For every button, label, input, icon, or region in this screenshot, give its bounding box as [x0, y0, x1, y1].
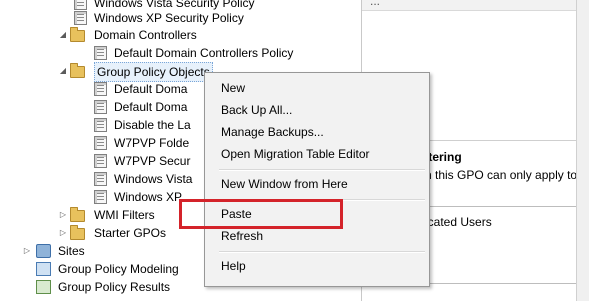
- expand-arrow-icon[interactable]: ▷: [58, 206, 68, 224]
- results-icon: [36, 280, 51, 294]
- menu-item-manage-backups[interactable]: Manage Backups...: [221, 122, 324, 142]
- selected-node-label: Group Policy Objects: [94, 62, 213, 82]
- menu-item-refresh[interactable]: Refresh: [221, 226, 263, 246]
- annotation-highlight-box: [179, 199, 343, 229]
- vertical-scrollbar[interactable]: [576, 0, 589, 301]
- menu-separator: [219, 169, 425, 171]
- gpo-icon: [94, 136, 107, 150]
- gpo-icon: [94, 100, 107, 114]
- list-item[interactable]: icated Users: [425, 215, 492, 229]
- security-filtering-heading: ltering: [425, 150, 462, 164]
- gpo-link-icon: [94, 46, 107, 60]
- menu-item-back-up-all[interactable]: Back Up All...: [221, 100, 292, 120]
- gpo-icon: [94, 172, 107, 186]
- context-menu: New Back Up All... Manage Backups... Ope…: [204, 72, 430, 287]
- gpo-icon: [94, 82, 107, 96]
- expand-arrow-icon[interactable]: ▷: [22, 242, 32, 260]
- folder-icon: [70, 63, 85, 78]
- security-filter-list[interactable]: icated Users: [412, 206, 589, 284]
- sites-icon: [36, 244, 51, 258]
- gpo-icon: [94, 118, 107, 132]
- folder-icon: [70, 27, 85, 42]
- expand-arrow-icon[interactable]: ▷: [58, 224, 68, 242]
- modeling-icon: [36, 262, 51, 276]
- menu-item-open-migration-table-editor[interactable]: Open Migration Table Editor: [221, 144, 370, 164]
- details-top-strip: ...: [362, 0, 589, 11]
- gpo-icon: [94, 154, 107, 168]
- folder-icon: [70, 225, 85, 240]
- gpo-icon: [94, 190, 107, 204]
- menu-separator: [219, 251, 425, 253]
- menu-item-help[interactable]: Help: [221, 256, 246, 276]
- menu-item-new-window-from-here[interactable]: New Window from Here: [221, 174, 348, 194]
- menu-item-new[interactable]: New: [221, 78, 245, 98]
- gpo-icon: [74, 11, 87, 25]
- folder-icon: [70, 207, 85, 222]
- security-filtering-description: n this GPO can only apply to the fo: [425, 168, 589, 182]
- collapse-arrow-icon[interactable]: ◢: [58, 26, 68, 44]
- collapse-arrow-icon[interactable]: ◢: [58, 62, 68, 80]
- gpo-icon: [74, 0, 87, 10]
